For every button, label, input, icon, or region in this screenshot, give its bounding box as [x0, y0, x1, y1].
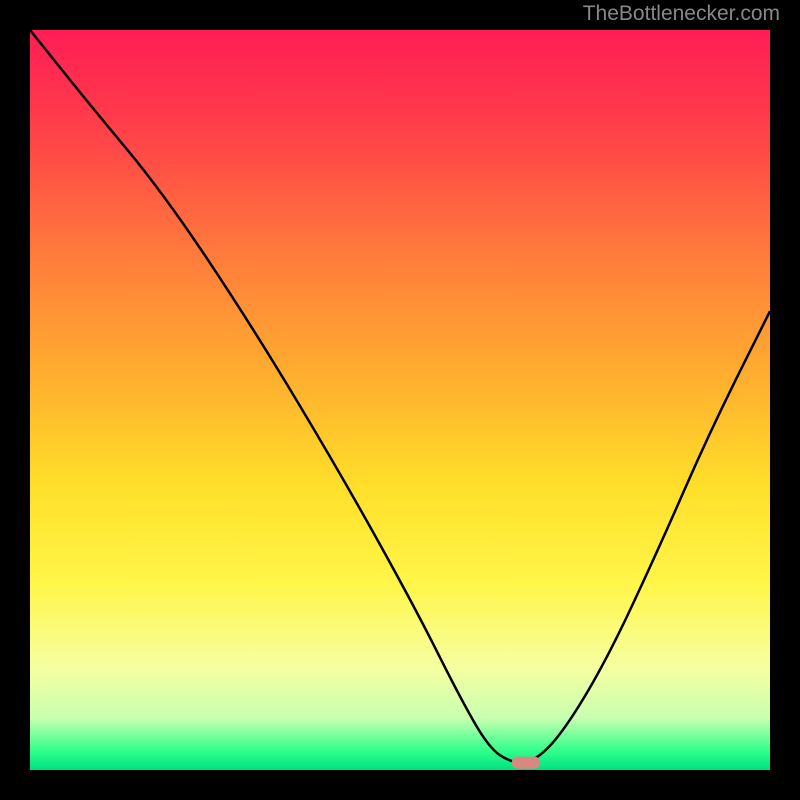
plot-area [30, 30, 770, 770]
chart-svg [30, 30, 770, 770]
watermark-label: TheBottlenecker.com [583, 2, 780, 26]
chart-container: TheBottlenecker.com [0, 0, 800, 800]
chart-marker [512, 757, 540, 769]
chart-background [30, 30, 770, 770]
